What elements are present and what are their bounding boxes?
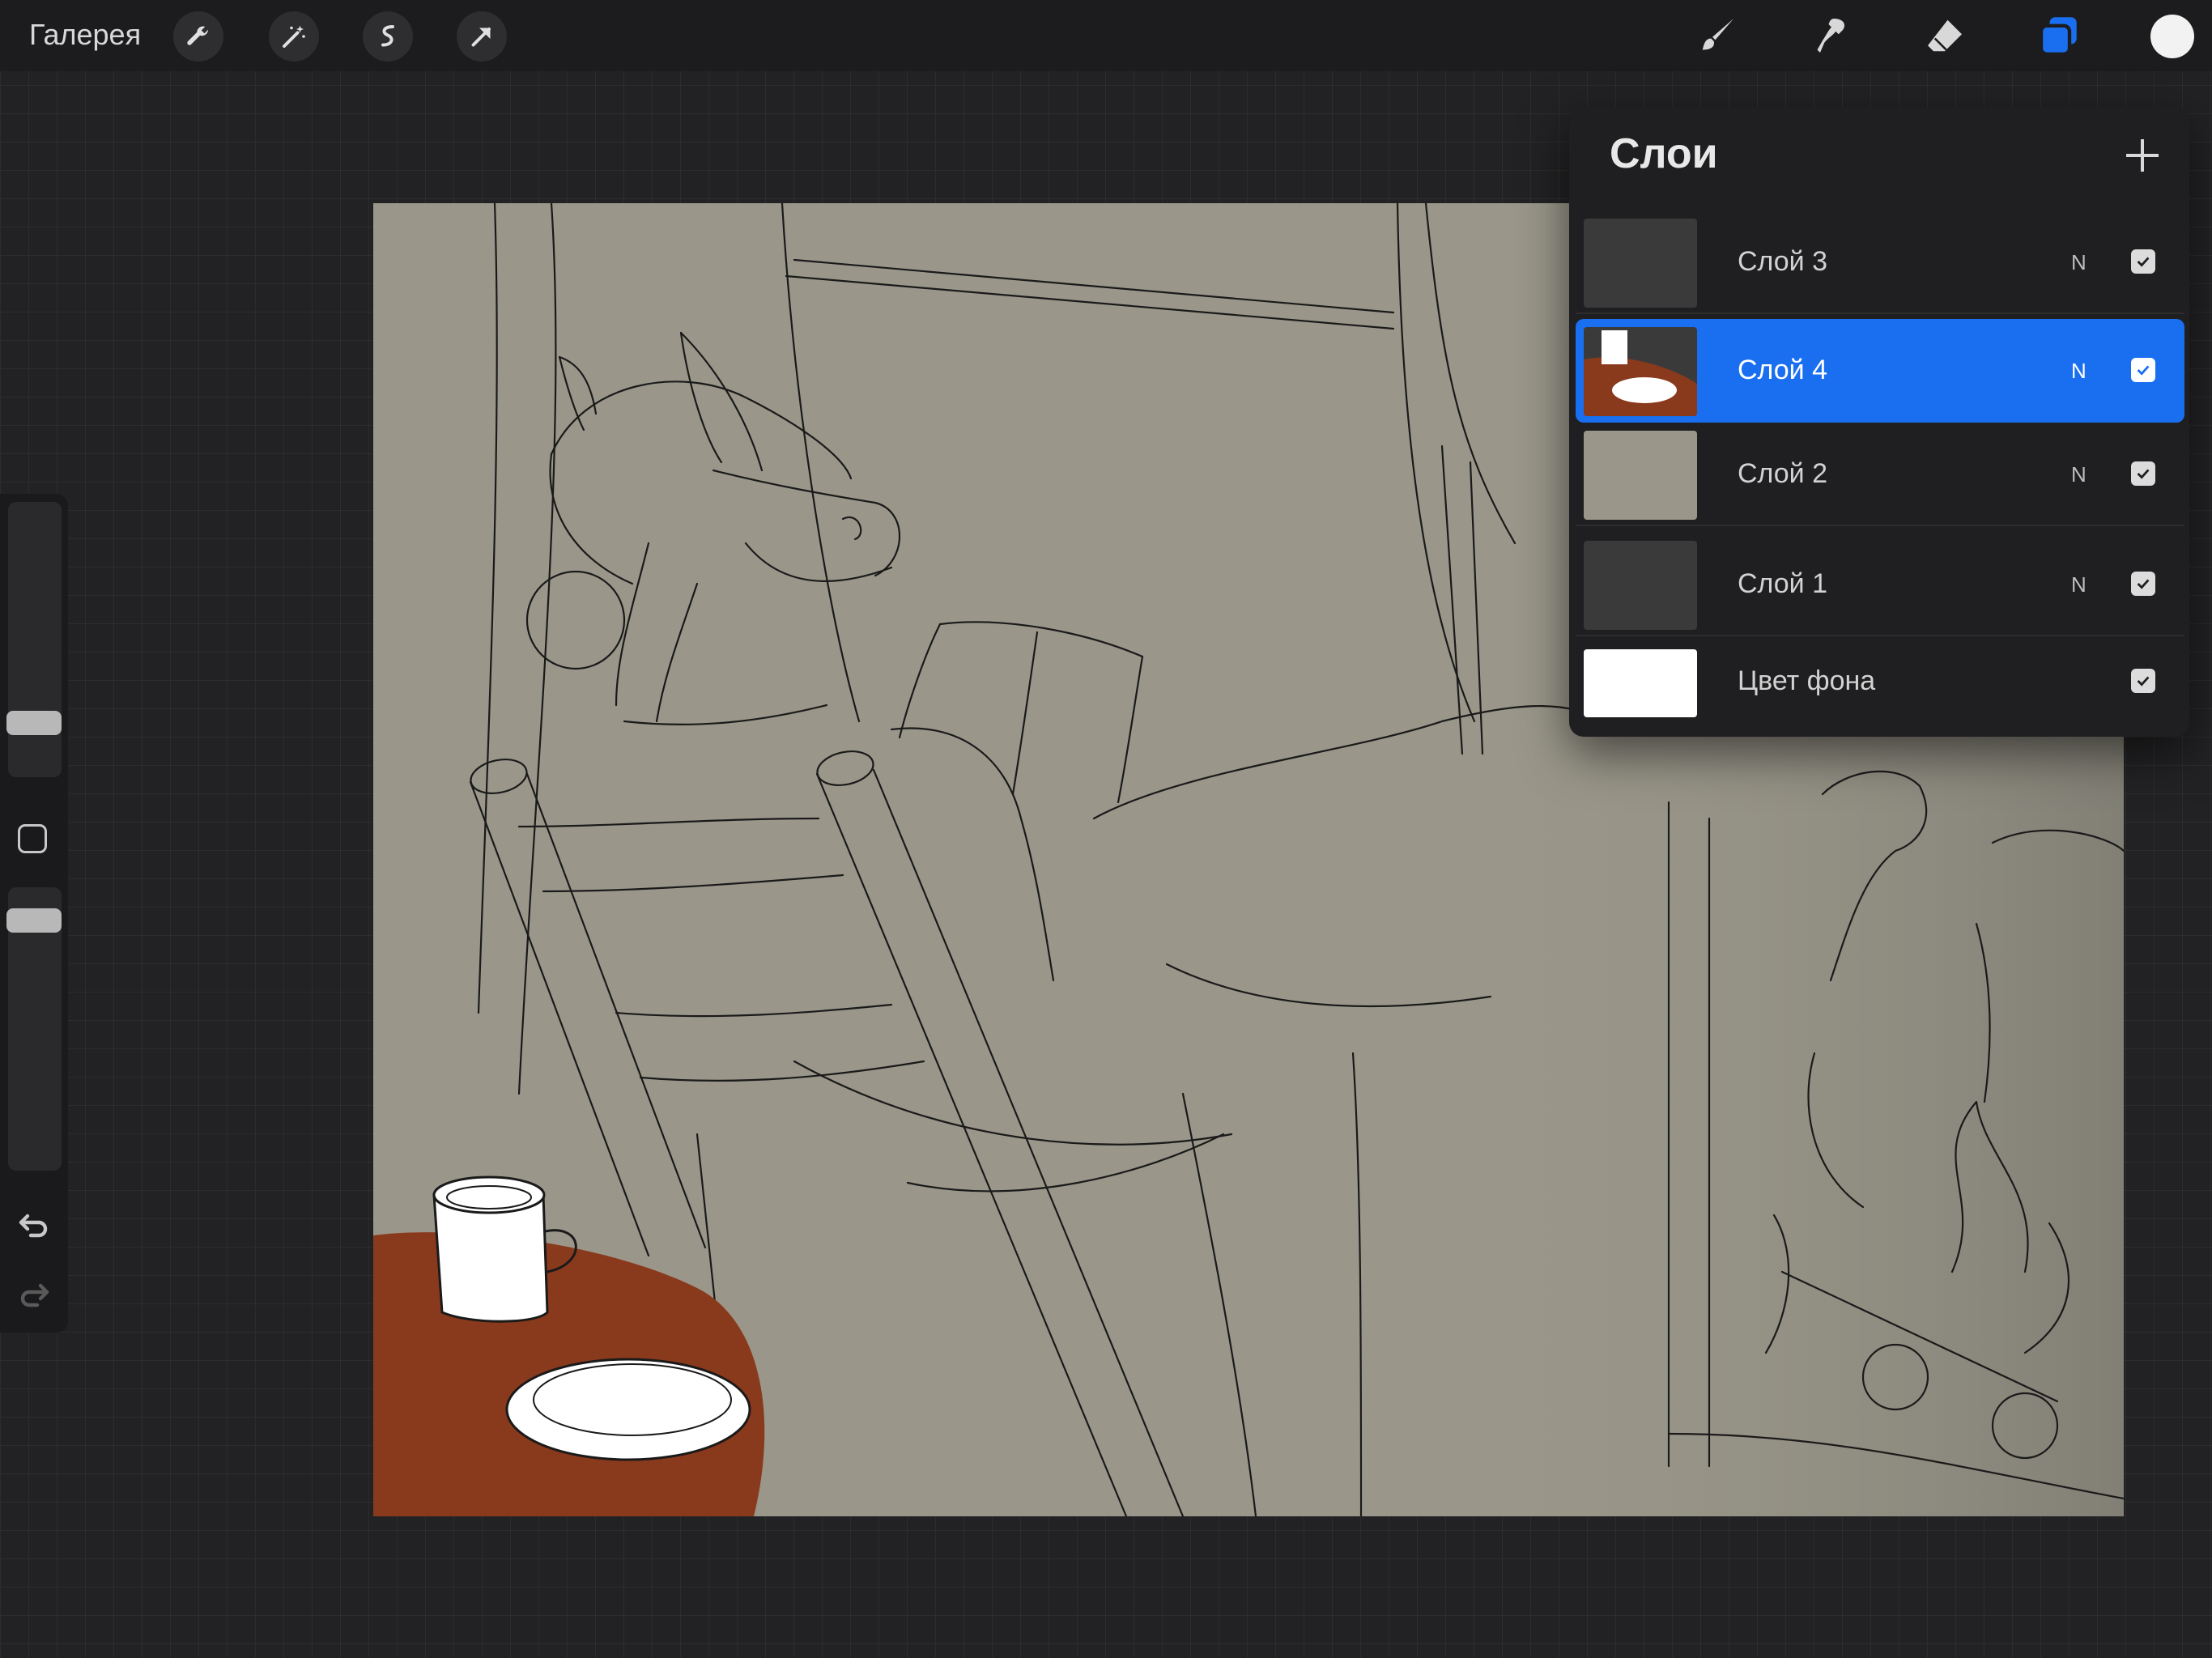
- wrench-icon: [187, 26, 208, 45]
- layer-name: Слой 2: [1738, 458, 1828, 489]
- smudge-icon: [1817, 19, 1845, 53]
- visibility-checkbox[interactable]: [2131, 669, 2155, 693]
- layer-row-1[interactable]: Слой 1 N: [1576, 533, 2184, 636]
- checkmark-icon: [2137, 257, 2150, 267]
- layer-thumbnail: [1584, 431, 1697, 520]
- blend-mode-button[interactable]: N: [2071, 250, 2087, 275]
- brush-tool-button[interactable]: [1692, 10, 1744, 62]
- top-toolbar: Галерея: [0, 0, 2212, 71]
- opacity-handle[interactable]: [6, 908, 62, 933]
- layer-name: Слой 4: [1738, 355, 1828, 385]
- layer-name: Цвет фона: [1738, 665, 1876, 696]
- visibility-checkbox[interactable]: [2131, 249, 2155, 274]
- layers-button[interactable]: [2032, 10, 2084, 62]
- checkmark-icon: [2137, 579, 2150, 589]
- visibility-checkbox[interactable]: [2131, 461, 2155, 486]
- left-sidebar: [0, 494, 68, 1333]
- checkmark-icon: [2137, 676, 2150, 687]
- blend-mode-button[interactable]: N: [2071, 462, 2087, 487]
- plus-icon[interactable]: [2116, 130, 2168, 181]
- transform-button[interactable]: [457, 11, 507, 62]
- smudge-tool-button[interactable]: [1806, 10, 1857, 62]
- layer-row-3[interactable]: Слой 3 N: [1576, 210, 2184, 314]
- layers-title: Слои: [1610, 130, 1718, 177]
- selection-button[interactable]: [363, 11, 413, 62]
- redo-icon[interactable]: [15, 1274, 53, 1313]
- eraser-icon: [1928, 19, 1962, 52]
- transform-arrow-icon: [471, 28, 491, 47]
- selection-icon: [381, 25, 394, 47]
- undo-icon[interactable]: [15, 1205, 53, 1244]
- gallery-button[interactable]: Галерея: [29, 18, 141, 52]
- blend-mode-button[interactable]: N: [2071, 359, 2087, 384]
- brush-size-handle[interactable]: [6, 711, 62, 735]
- checkmark-icon: [2137, 365, 2150, 376]
- color-picker-button[interactable]: [2150, 15, 2194, 58]
- modify-button[interactable]: [18, 824, 47, 853]
- brush-icon: [1702, 19, 1734, 50]
- layer-thumbnail: [1584, 541, 1697, 630]
- blend-mode-button[interactable]: N: [2071, 572, 2087, 597]
- magic-wand-icon: [283, 25, 305, 48]
- layer-row-4[interactable]: Слой 4 N: [1576, 319, 2184, 423]
- layers-icon: [2039, 17, 2077, 56]
- brush-size-slider[interactable]: [8, 502, 62, 777]
- checkmark-icon: [2137, 469, 2150, 479]
- layer-thumbnail: [1584, 327, 1697, 416]
- layers-panel: Слои Слой 3 N Слой 4 N Слой 2 N Слой 1 N…: [1569, 107, 2189, 737]
- layer-thumbnail: [1584, 649, 1697, 717]
- layer-name: Слой 3: [1738, 246, 1828, 277]
- layer-name: Слой 1: [1738, 568, 1828, 599]
- layer-thumbnail: [1584, 219, 1697, 308]
- layer-row-background-color[interactable]: Цвет фона: [1576, 641, 2184, 727]
- visibility-checkbox[interactable]: [2131, 572, 2155, 596]
- actions-button[interactable]: [173, 11, 223, 62]
- eraser-tool-button[interactable]: [1919, 10, 1971, 62]
- layer-row-2[interactable]: Слой 2 N: [1576, 423, 2184, 526]
- adjustments-button[interactable]: [269, 11, 319, 62]
- visibility-checkbox[interactable]: [2131, 358, 2155, 382]
